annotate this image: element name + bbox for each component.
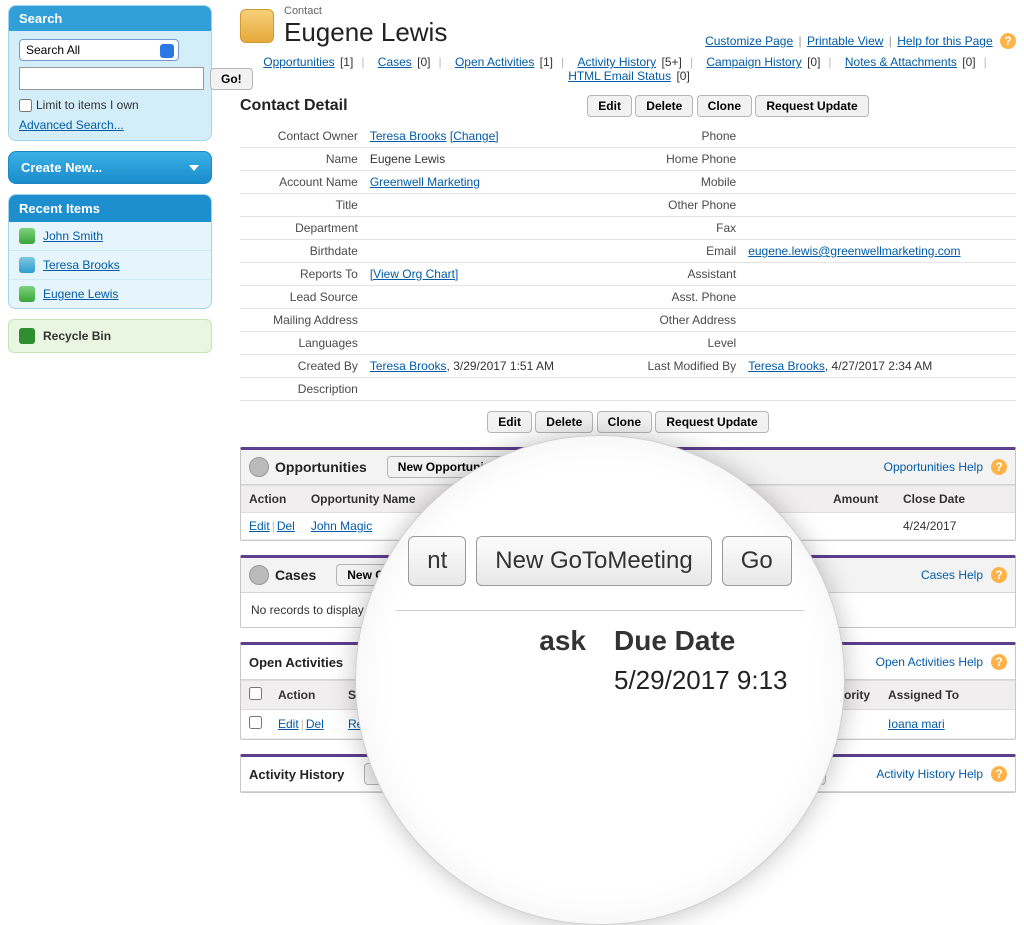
edit-button[interactable]: Edit [487, 411, 532, 433]
opportunity-icon [249, 457, 269, 477]
user-icon [19, 257, 35, 273]
delete-button[interactable]: Delete [535, 411, 593, 433]
cases-help-link[interactable]: Cases Help [921, 568, 983, 582]
case-icon [249, 565, 269, 585]
magnifier-overlay: nt New GoToMeeting Go ask Due Date 5/29/… [355, 435, 845, 925]
help-link[interactable]: Help for this Page [897, 34, 992, 48]
due-date-col-zoom: Due Date [614, 625, 804, 657]
help-icon[interactable]: ? [991, 654, 1007, 670]
rel-activity-history[interactable]: Activity History [577, 55, 656, 69]
rel-cases[interactable]: Cases [378, 55, 412, 69]
cases-title: Cases [275, 567, 316, 583]
limit-label: Limit to items I own [36, 98, 139, 112]
view-org-chart-link[interactable]: [View Org Chart] [370, 267, 458, 281]
due-date-value-zoom: 5/29/2017 9:13 [614, 665, 804, 696]
create-new-button[interactable]: Create New... [8, 151, 212, 184]
limit-checkbox[interactable] [19, 99, 32, 112]
record-type: Contact [284, 5, 447, 17]
help-icon[interactable]: ? [991, 766, 1007, 782]
go-button-zoom[interactable]: Go [722, 536, 792, 586]
contact-detail-table: Contact OwnerTeresa Brooks [Change]Phone… [240, 125, 1016, 401]
contact-icon [19, 286, 35, 302]
search-scope-select[interactable]: Search All [19, 39, 179, 61]
trash-icon [19, 328, 35, 344]
row-checkbox[interactable] [249, 716, 262, 729]
email-link[interactable]: eugene.lewis@greenwellmarketing.com [748, 244, 960, 258]
recent-item[interactable]: Teresa Brooks [9, 250, 211, 279]
delete-link[interactable]: Del [277, 519, 295, 533]
contact-icon [240, 9, 274, 43]
change-owner-link[interactable]: [Change] [450, 129, 499, 143]
new-gotomeeting-button-zoom[interactable]: New GoToMeeting [476, 536, 711, 586]
recent-item[interactable]: Eugene Lewis [9, 279, 211, 308]
open-activities-help-link[interactable]: Open Activities Help [876, 655, 983, 669]
opportunities-title: Opportunities [275, 459, 367, 475]
chevron-down-icon [189, 165, 199, 171]
open-activities-title: Open Activities [249, 655, 343, 670]
activity-history-title: Activity History [249, 767, 344, 782]
clone-button[interactable]: Clone [697, 95, 752, 117]
related-links: Opportunities [1]| Cases [0]| Open Activ… [240, 55, 1016, 83]
rel-html-email[interactable]: HTML Email Status [568, 69, 671, 83]
contact-detail-title: Contact Detail [240, 97, 440, 115]
recent-item-link[interactable]: Teresa Brooks [43, 258, 120, 272]
delete-button[interactable]: Delete [635, 95, 693, 117]
rel-opportunities[interactable]: Opportunities [263, 55, 334, 69]
recent-item-link[interactable]: Eugene Lewis [43, 287, 118, 301]
rel-notes[interactable]: Notes & Attachments [845, 55, 957, 69]
owner-link[interactable]: Teresa Brooks [370, 129, 447, 143]
rel-campaign-history[interactable]: Campaign History [706, 55, 801, 69]
search-panel: Search Search All Go! Limit to items I o… [8, 5, 212, 141]
account-link[interactable]: Greenwell Marketing [370, 175, 480, 189]
delete-link[interactable]: Del [306, 717, 324, 731]
assigned-to-link[interactable]: Ioana mari [888, 717, 945, 731]
customize-page-link[interactable]: Customize Page [705, 34, 793, 48]
rel-open-activities[interactable]: Open Activities [455, 55, 534, 69]
edit-button[interactable]: Edit [587, 95, 632, 117]
printable-view-link[interactable]: Printable View [807, 34, 884, 48]
recent-items-header: Recent Items [9, 195, 211, 222]
contact-icon [19, 228, 35, 244]
page-title: Eugene Lewis [284, 17, 447, 48]
recent-items-panel: Recent Items John Smith Teresa Brooks Eu… [8, 194, 212, 309]
recent-item[interactable]: John Smith [9, 222, 211, 250]
search-header: Search [9, 6, 211, 31]
clone-button[interactable]: Clone [597, 411, 652, 433]
new-event-button-zoom[interactable]: nt [408, 536, 466, 586]
select-all-checkbox[interactable] [249, 687, 262, 700]
modified-by-link[interactable]: Teresa Brooks [748, 359, 825, 373]
task-col-zoom: ask [396, 625, 586, 657]
help-icon[interactable]: ? [991, 459, 1007, 475]
request-update-button[interactable]: Request Update [755, 95, 868, 117]
created-by-link[interactable]: Teresa Brooks [370, 359, 447, 373]
search-input[interactable] [19, 67, 204, 90]
activity-history-help-link[interactable]: Activity History Help [876, 767, 983, 781]
help-icon[interactable]: ? [991, 567, 1007, 583]
request-update-button[interactable]: Request Update [655, 411, 768, 433]
recycle-bin-button[interactable]: Recycle Bin [8, 319, 212, 353]
edit-link[interactable]: Edit [278, 717, 299, 731]
opportunities-help-link[interactable]: Opportunities Help [884, 460, 983, 474]
edit-link[interactable]: Edit [249, 519, 270, 533]
advanced-search-link[interactable]: Advanced Search... [19, 118, 124, 132]
recent-item-link[interactable]: John Smith [43, 229, 103, 243]
help-icon[interactable]: ? [1000, 33, 1016, 49]
